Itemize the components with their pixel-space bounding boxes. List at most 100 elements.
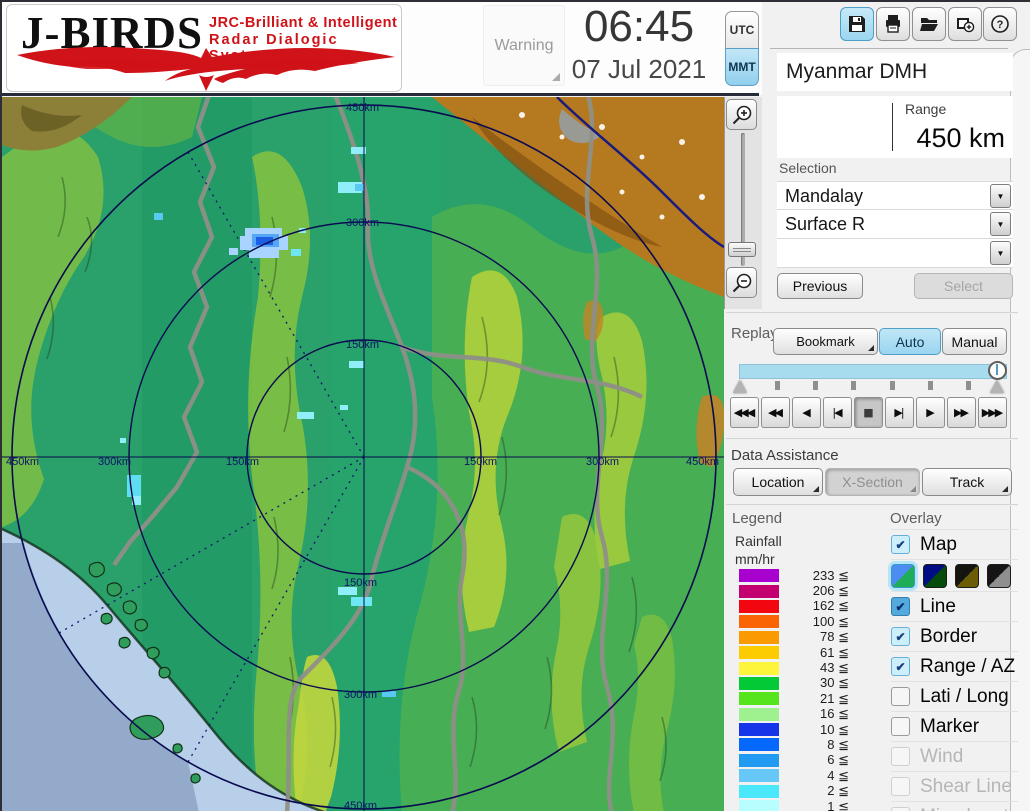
legend-swatch (739, 769, 779, 782)
dropdown-option-arrow[interactable]: ▼ (990, 241, 1011, 265)
help-button[interactable]: ? (983, 7, 1017, 41)
rewind-full-button[interactable]: ◀◀◀ (730, 397, 759, 428)
play-button[interactable]: ▶ (916, 397, 945, 428)
forward-full-button[interactable]: ▶▶▶ (978, 397, 1007, 428)
legend-value: 61 ≦ (789, 645, 849, 661)
save-button[interactable] (840, 7, 874, 41)
overlay-label-shear-line: Shear Line (920, 776, 1012, 798)
legend-swatch (739, 600, 779, 613)
utc-label: UTC (730, 23, 755, 37)
radar-map[interactable]: 450km 300km 150km 150km 300km 450km 450k… (2, 97, 724, 811)
warning-label: Warning (495, 37, 554, 55)
replay-tick (851, 381, 856, 390)
panel-divider (770, 48, 1008, 49)
dropdown-site-arrow[interactable]: ▼ (990, 184, 1011, 208)
lati-long-checkbox[interactable] (891, 687, 910, 706)
legend-swatch (739, 646, 779, 659)
bookmark-button[interactable]: Bookmark (773, 328, 878, 355)
rewind-fast-button[interactable]: ◀◀ (761, 397, 790, 428)
overlay-row-marker: Marker (891, 711, 1018, 741)
header: J-BIRDS JRC-Brilliant & Intelligent Rada… (2, 2, 762, 95)
replay-end-marker[interactable] (990, 380, 1004, 393)
map-zoom-slider-thumb[interactable] (728, 242, 756, 257)
overlay-row-lati-long: Lati / Long (891, 681, 1018, 711)
legend-row: 2 ≦ (739, 783, 849, 798)
legend-row: 100 ≦ (739, 614, 849, 629)
zoom-in-icon (731, 104, 753, 126)
select-button[interactable]: Select (914, 273, 1013, 299)
x-section-button[interactable]: X-Section (825, 468, 920, 496)
data-assistance-label: Data Assistance (731, 447, 839, 464)
mmt-button[interactable]: MMT (725, 48, 759, 86)
legend-swatch (739, 677, 779, 690)
overlay-label-range-az: Range / AZ (920, 656, 1015, 678)
dropdown-product-value: Surface R (785, 210, 865, 238)
chevron-down-icon: ▼ (997, 249, 1005, 258)
playback-controls: ◀◀◀◀◀◀|◀■▶|▶▶▶▶▶▶ (730, 397, 1007, 428)
previous-button[interactable]: Previous (777, 273, 863, 299)
overlay-label-border: Border (920, 626, 977, 648)
play-reverse-button[interactable]: ◀ (792, 397, 821, 428)
map-style-4[interactable] (987, 564, 1011, 588)
map-style-3[interactable] (955, 564, 979, 588)
zoom-out-icon (731, 272, 753, 294)
legend-row: 78 ≦ (739, 630, 849, 645)
zoom-in-button[interactable] (726, 99, 757, 130)
map-checkbox[interactable]: ✔ (891, 535, 910, 554)
location-button[interactable]: Location (733, 468, 823, 496)
legend-value: 1 ≦ (789, 799, 849, 811)
zoom-out-button[interactable] (726, 267, 757, 298)
step-forward-button[interactable]: ▶| (885, 397, 914, 428)
marker-checkbox[interactable] (891, 717, 910, 736)
overlay-row-microburst: Microburst (891, 801, 1018, 811)
capture-button[interactable] (948, 7, 982, 41)
dropdown-site-value: Mandalay (785, 182, 863, 210)
legend-swatch (739, 631, 779, 644)
map-style-1[interactable] (891, 564, 915, 588)
range-az-checkbox[interactable]: ✔ (891, 657, 910, 676)
line-checkbox[interactable]: ✔ (891, 597, 910, 616)
open-folder-button[interactable] (912, 7, 946, 41)
replay-start-marker[interactable] (733, 380, 747, 393)
replay-progress-track[interactable] (739, 364, 1007, 379)
range-box: Range 450 km (777, 96, 1013, 158)
clock-date: 07 Jul 2021 (558, 54, 720, 85)
utc-button[interactable]: UTC (725, 11, 759, 49)
legend-swatch (739, 662, 779, 675)
mmt-label: MMT (728, 60, 755, 74)
print-button[interactable] (876, 7, 910, 41)
replay-progress-thumb[interactable] (988, 361, 1007, 380)
legend-row: 61 ≦ (739, 645, 849, 660)
svg-text:?: ? (997, 19, 1004, 31)
warning-button[interactable]: Warning (483, 5, 565, 86)
overlay-label-map: Map (920, 534, 957, 556)
auto-button[interactable]: Auto (879, 328, 941, 355)
map-style-2[interactable] (923, 564, 947, 588)
dropdown-option[interactable]: ▼ (777, 239, 1013, 268)
svg-text:150km: 150km (226, 456, 259, 468)
legend-swatch (739, 723, 779, 736)
microburst-checkbox (891, 807, 910, 811)
svg-text:450km: 450km (6, 456, 39, 468)
overlay-label-lati-long: Lati / Long (920, 686, 1009, 708)
forward-fast-button[interactable]: ▶▶ (947, 397, 976, 428)
legend-row: 43 ≦ (739, 660, 849, 675)
legend-value: 21 ≦ (789, 691, 849, 707)
section-groove (726, 312, 1018, 314)
manual-button[interactable]: Manual (942, 328, 1007, 355)
border-checkbox[interactable]: ✔ (891, 627, 910, 646)
dropdown-product-arrow[interactable]: ▼ (990, 212, 1011, 236)
rain-echo (120, 438, 126, 443)
step-back-button[interactable]: |◀ (823, 397, 852, 428)
dropdown-site[interactable]: Mandalay ▼ (777, 181, 1013, 210)
overlay-row-border: ✔ Border (891, 621, 1018, 651)
overlay-list: ✔Map✔Line✔Border✔Range / AZLati / LongMa… (891, 529, 1018, 811)
track-button[interactable]: Track (922, 468, 1012, 496)
stop-button[interactable]: ■ (854, 397, 883, 428)
overlay-label-wind: Wind (920, 746, 963, 768)
dropdown-product[interactable]: Surface R ▼ (777, 210, 1013, 239)
legend-swatch (739, 738, 779, 751)
legend-swatch (739, 692, 779, 705)
rain-echo (382, 691, 396, 697)
overlay-row-wind: Wind (891, 741, 1018, 771)
